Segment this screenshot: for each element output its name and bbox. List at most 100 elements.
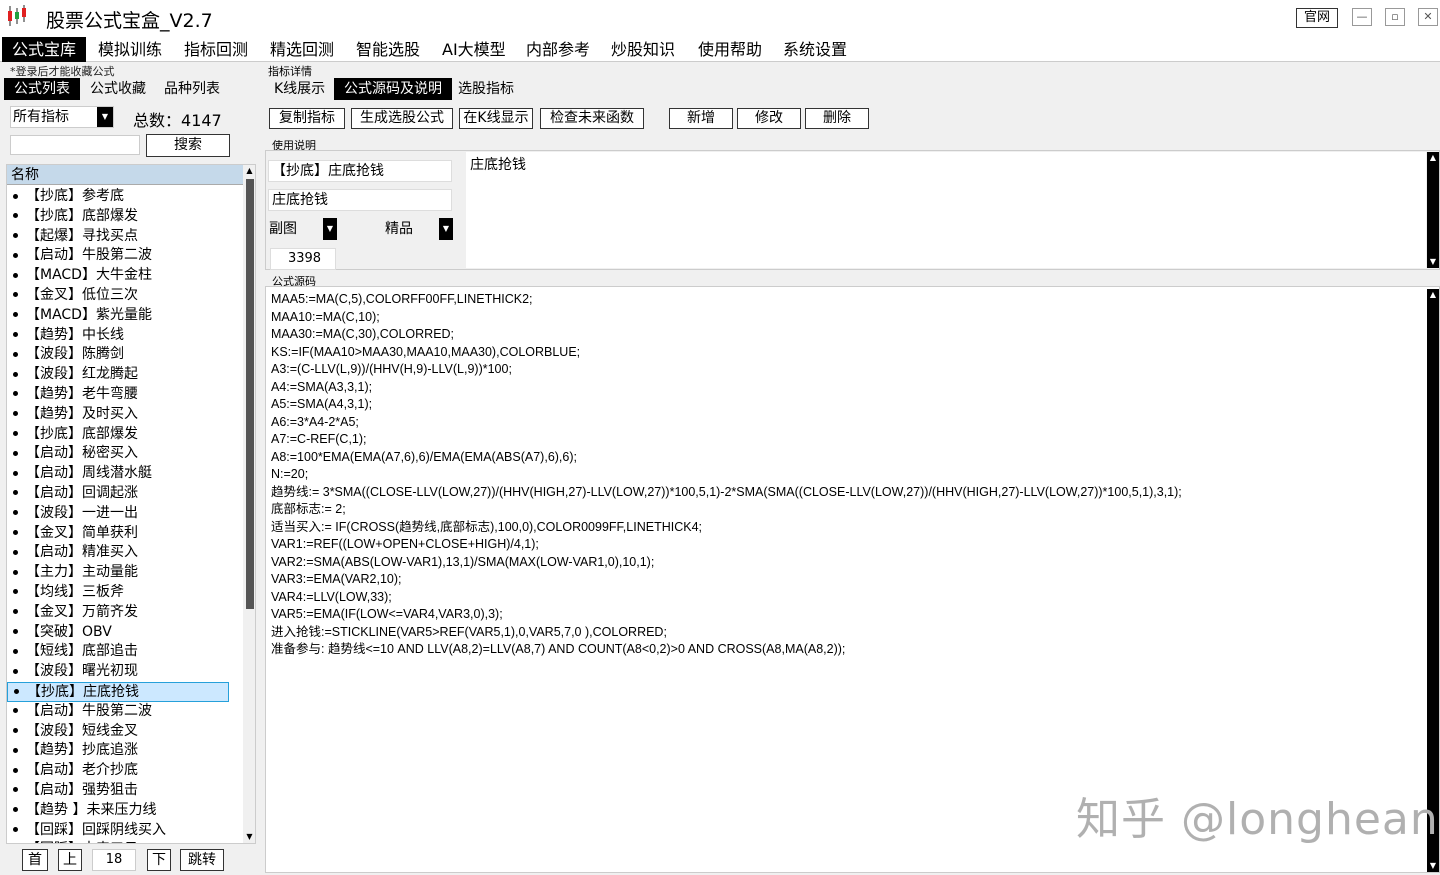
list-item[interactable]: 【波段】短线金叉 [7, 722, 243, 742]
tab-select-indicator[interactable]: 选股指标 [448, 78, 524, 100]
code-line[interactable]: 进入抢钱:=STICKLINE(VAR5>REF(VAR5,1),0,VAR5,… [271, 624, 1421, 642]
code-line[interactable]: A3:=(C-LLV(L,9))/(HHV(H,9)-LLV(L,9))*100… [271, 361, 1421, 379]
scroll-up-icon[interactable]: ▲ [1427, 152, 1439, 164]
prev-page-button[interactable]: 上 [58, 849, 82, 871]
formula-id-field[interactable]: 3398 [270, 248, 336, 270]
formula-short-name-field[interactable]: 庄底抢钱 [268, 189, 452, 211]
code-line[interactable]: VAR3:=EMA(VAR2,10); [271, 571, 1421, 589]
menu-formula-library[interactable]: 公式宝库 [2, 37, 87, 62]
list-item[interactable]: 【启动】牛股第二波 [7, 246, 243, 266]
code-line[interactable]: KS:=IF(MAA10>MAA30,MAA10,MAA30),COLORBLU… [271, 344, 1421, 362]
list-item[interactable]: 【波段】陈腾剑 [7, 345, 243, 365]
source-code[interactable]: MAA5:=MA(C,5),COLORFF00FF,LINETHICK2; MAA… [271, 291, 1421, 659]
next-page-button[interactable]: 下 [147, 849, 171, 871]
menu-smart-select[interactable]: 智能选股 [346, 37, 430, 62]
menu-simulation[interactable]: 模拟训练 [88, 37, 172, 62]
list-item[interactable]: 【金叉】万箭齐发 [7, 603, 243, 623]
list-item[interactable]: 【MACD】大牛金柱 [7, 266, 243, 286]
list-header-name[interactable]: 名称 [7, 165, 243, 185]
quality-select[interactable]: 精品 ▼ [385, 218, 453, 240]
restore-button[interactable]: ▫ [1385, 8, 1405, 26]
minimize-button[interactable]: — [1352, 8, 1372, 26]
list-item[interactable]: 【金叉】低位三次 [7, 286, 243, 306]
description-scrollbar[interactable]: ▲ ▼ [1427, 152, 1439, 268]
list-item[interactable]: 【趋势】中长线 [7, 326, 243, 346]
chart-type-select[interactable]: 副图 ▼ [269, 218, 337, 240]
menu-ai-model[interactable]: AI大模型 [432, 37, 516, 62]
code-line[interactable]: A6:=3*A4-2*A5; [271, 414, 1421, 432]
code-line[interactable]: VAR4:=LLV(LOW,33); [271, 589, 1421, 607]
list-item[interactable]: 【MACD】紫光量能 [7, 306, 243, 326]
code-line[interactable]: VAR1:=REF((LOW+OPEN+CLOSE+HIGH)/4,1); [271, 536, 1421, 554]
tab-kline[interactable]: K线展示 [264, 78, 335, 100]
page-number-input[interactable]: 18 [92, 849, 136, 871]
list-item[interactable]: 【回踩】回踩阴线买入 [7, 821, 243, 841]
source-code-panel[interactable]: MAA5:=MA(C,5),COLORFF00FF,LINETHICK2; MAA… [265, 286, 1440, 873]
list-item[interactable]: 【抄底】参考底 [7, 187, 243, 207]
list-item[interactable]: 【起爆】寻找买点 [7, 227, 243, 247]
tab-formula-list[interactable]: 公式列表 [4, 78, 80, 100]
list-item[interactable]: 【波段】红龙腾起 [7, 365, 243, 385]
list-item[interactable]: 【趋势】抄底追涨 [7, 741, 243, 761]
list-item[interactable]: 【金叉】简单获利 [7, 524, 243, 544]
list-item[interactable]: 【启动】老介抄底 [7, 761, 243, 781]
code-line[interactable]: A5:=SMA(A4,3,1); [271, 396, 1421, 414]
code-line[interactable]: 底部标志:= 2; [271, 501, 1421, 519]
list-item[interactable]: 【抄底】底部爆发 [7, 207, 243, 227]
list-item[interactable]: 【均线】三板斧 [7, 583, 243, 603]
code-line[interactable]: VAR5:=EMA(IF(LOW<=VAR4,VAR3,0),3); [271, 606, 1421, 624]
official-site-button[interactable]: 官网 [1296, 8, 1338, 28]
tab-symbol-list[interactable]: 品种列表 [154, 78, 230, 100]
scroll-up-icon[interactable]: ▲ [1427, 289, 1439, 301]
list-item[interactable]: 【启动】精准买入 [7, 543, 243, 563]
tab-source[interactable]: 公式源码及说明 [334, 78, 452, 100]
list-item[interactable]: 【趋势】及时买入 [7, 405, 243, 425]
code-line[interactable]: A7:=C-REF(C,1); [271, 431, 1421, 449]
menu-select-backtest[interactable]: 精选回测 [260, 37, 344, 62]
first-page-button[interactable]: 首 [22, 849, 48, 871]
delete-button[interactable]: 删除 [805, 108, 869, 129]
code-line[interactable]: A8:=100*EMA(EMA(A7,6),6)/EMA(EMA(ABS(A7)… [271, 449, 1421, 467]
list-item[interactable]: 【启动】强势狙击 [7, 781, 243, 801]
copy-indicator-button[interactable]: 复制指标 [269, 108, 345, 129]
code-line[interactable]: A4:=SMA(A3,3,1); [271, 379, 1421, 397]
indicator-select[interactable]: 所有指标 ▼ [10, 106, 114, 128]
menu-settings[interactable]: 系统设置 [773, 37, 857, 62]
edit-button[interactable]: 修改 [737, 108, 801, 129]
list-item[interactable]: 【趋势 】未来压力线 [7, 801, 243, 821]
menu-help[interactable]: 使用帮助 [688, 37, 772, 62]
list-item[interactable]: 【趋势】老牛弯腰 [7, 385, 243, 405]
code-line[interactable]: 适当买入:= IF(CROSS(趋势线,底部标志),100,0),COLOR00… [271, 519, 1421, 537]
show-in-kline-button[interactable]: 在K线显示 [459, 108, 533, 129]
list-item[interactable]: 【启动】周线潜水艇 [7, 464, 243, 484]
code-line[interactable]: MAA5:=MA(C,5),COLORFF00FF,LINETHICK2; [271, 291, 1421, 309]
list-item[interactable]: 【波段】一进一出 [7, 504, 243, 524]
scroll-down-icon[interactable]: ▼ [1427, 256, 1439, 268]
list-item[interactable]: 【启动】回调起涨 [7, 484, 243, 504]
formula-name-field[interactable]: 【抄底】庄底抢钱 [268, 160, 452, 182]
scroll-down-icon[interactable]: ▼ [1427, 860, 1439, 872]
list-scrollbar[interactable]: ▲ ▼ [243, 165, 255, 843]
code-line[interactable]: 准备参与: 趋势线<=10 AND LLV(A8,2)=LLV(A8,7) AN… [271, 641, 1421, 659]
menu-backtest[interactable]: 指标回测 [174, 37, 258, 62]
code-line[interactable]: 趋势线:= 3*SMA((CLOSE-LLV(LOW,27))/(HHV(HIG… [271, 484, 1421, 502]
jump-page-button[interactable]: 跳转 [180, 849, 224, 871]
menu-internal[interactable]: 内部参考 [516, 37, 600, 62]
check-future-button[interactable]: 检查未来函数 [540, 108, 644, 129]
code-line[interactable]: MAA30:=MA(C,30),COLORRED; [271, 326, 1421, 344]
list-item[interactable]: 【抄底】底部爆发 [7, 425, 243, 445]
list-item[interactable]: 【抄底】庄底抢钱 [7, 681, 229, 702]
list-scroll-thumb[interactable] [246, 179, 254, 609]
add-button[interactable]: 新增 [669, 108, 733, 129]
list-item[interactable]: 【短线】底部追击 [7, 642, 243, 662]
list-item[interactable]: 【波段】曙光初现 [7, 662, 243, 682]
scroll-up-icon[interactable]: ▲ [243, 165, 255, 177]
list-item[interactable]: 【主力】主动量能 [7, 563, 243, 583]
search-input[interactable] [10, 135, 140, 155]
code-line[interactable]: MAA10:=MA(C,10); [271, 309, 1421, 327]
menu-knowledge[interactable]: 炒股知识 [601, 37, 685, 62]
code-line[interactable]: VAR2:=SMA(ABS(LOW-VAR1),13,1)/SMA(MAX(LO… [271, 554, 1421, 572]
tab-formula-favorites[interactable]: 公式收藏 [80, 78, 156, 100]
generate-formula-button[interactable]: 生成选股公式 [351, 108, 453, 129]
list-item[interactable]: 【突破】OBV [7, 623, 243, 643]
